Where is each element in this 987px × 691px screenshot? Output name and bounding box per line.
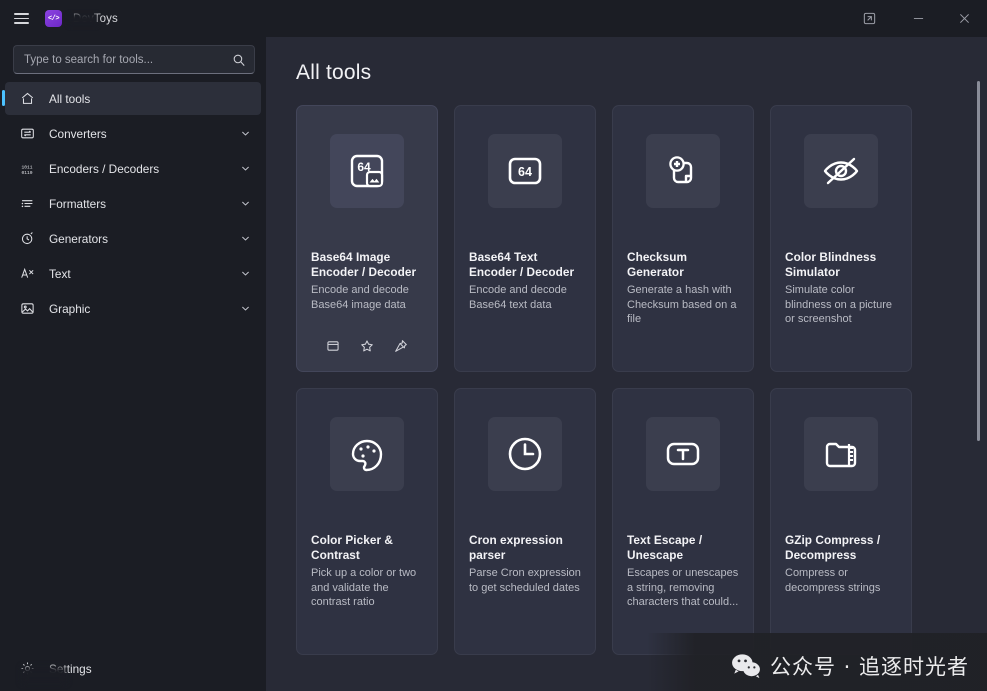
chevron-down-icon[interactable] [240, 268, 251, 279]
sidebar-item-label: Generators [49, 231, 109, 246]
tool-card-title: Color Blindness Simulator [785, 250, 877, 279]
star-icon[interactable] [356, 335, 378, 357]
tool-card-checksum-generator[interactable]: Checksum Generator Generate a hash with … [612, 105, 754, 372]
sidebar-footer: Settings [0, 652, 266, 691]
tool-card-base64-image-encoder-decoder[interactable]: 64 Base64 Image Encoder / Decoder Encode… [296, 105, 438, 372]
sidebar-item-all-tools[interactable]: All tools [2, 82, 261, 115]
tool-card-description: Compress or decompress strings [785, 567, 881, 594]
tool-card-gzip-compress-decompress[interactable]: GZip Compress / Decompress Compress or d… [770, 388, 912, 655]
chevron-down-icon[interactable] [240, 198, 251, 209]
title-bar: </> DevToys [0, 0, 987, 37]
pin-icon[interactable] [390, 335, 412, 357]
base64-image-icon: 64 [330, 134, 404, 208]
palette-icon [330, 417, 404, 491]
tool-card-title: Checksum Generator [627, 250, 688, 279]
tool-card-title: Cron expression parser [469, 533, 563, 562]
window-controls [843, 0, 987, 37]
tool-card-text: Base64 Text Encoder / Decoder Encode and… [469, 250, 581, 312]
sidebar: All tools Converters [0, 37, 266, 691]
tool-card-description: Encode and decode Base64 text data [469, 284, 567, 311]
tool-card-text-escape-unescape[interactable]: Text Escape / Unescape Escapes or unesca… [612, 388, 754, 655]
tool-card-title: GZip Compress / Decompress [785, 533, 881, 562]
image-icon [18, 300, 36, 318]
chevron-down-icon[interactable] [240, 163, 251, 174]
chevron-down-icon[interactable] [240, 233, 251, 244]
tools-scroll-area: 64 Base64 Image Encoder / Decoder Encode… [266, 105, 987, 691]
tool-card-title: Base64 Text Encoder / Decoder [469, 250, 575, 279]
tool-card-description: Encode and decode Base64 image data [311, 284, 409, 311]
tool-card-text: Base64 Image Encoder / Decoder Encode an… [311, 250, 423, 312]
chevron-down-icon[interactable] [240, 303, 251, 314]
title-redaction-overlay [69, 13, 97, 26]
svg-text:1011: 1011 [21, 164, 32, 170]
page-title: All tools [296, 61, 372, 84]
sidebar-item-label: Graphic [49, 301, 91, 316]
tool-card-description: Generate a hash with Checksum based on a… [627, 284, 737, 325]
svg-text:0110: 0110 [21, 170, 32, 176]
content-scrollbar[interactable] [973, 37, 985, 691]
tool-card-description: Parse Cron expression to get scheduled d… [469, 567, 581, 594]
window-body: All tools Converters [0, 37, 987, 691]
svg-text:64: 64 [518, 165, 532, 179]
tool-card-title: Base64 Image Encoder / Decoder [311, 250, 417, 279]
tool-card-cron-expression-parser[interactable]: Cron expression parser Parse Cron expres… [454, 388, 596, 655]
tool-card-description: Escapes or unescapes a string, removing … [627, 567, 739, 608]
tools-grid: 64 Base64 Image Encoder / Decoder Encode… [296, 105, 987, 655]
settings-redaction-overlay [22, 667, 66, 683]
sidebar-item-label: Converters [49, 126, 107, 141]
binary-icon: 1011 0110 [18, 160, 36, 178]
home-icon [18, 90, 36, 108]
tool-card-base64-text-encoder-decoder[interactable]: 64 Base64 Text Encoder / Decoder Encode … [454, 105, 596, 372]
sidebar-item-encoders-decoders[interactable]: 1011 0110 Encoders / Decoders [5, 152, 261, 185]
sidebar-item-generators[interactable]: Generators [5, 222, 261, 255]
tool-card-description: Simulate color blindness on a picture or… [785, 284, 893, 325]
converter-icon [18, 125, 36, 143]
new-window-icon[interactable] [322, 335, 344, 357]
tool-card-text: Text Escape / Unescape Escapes or unesca… [627, 533, 739, 610]
sidebar-item-formatters[interactable]: Formatters [5, 187, 261, 220]
text-icon [18, 265, 36, 283]
tool-card-title: Color Picker & Contrast [311, 533, 393, 562]
sidebar-item-graphic[interactable]: Graphic [5, 292, 261, 325]
scrollbar-thumb[interactable] [977, 81, 980, 441]
search-container [0, 41, 266, 82]
sidebar-item-converters[interactable]: Converters [5, 117, 261, 150]
sidebar-item-text[interactable]: Text [5, 257, 261, 290]
sidebar-item-label: All tools [49, 91, 91, 106]
tool-card-text: GZip Compress / Decompress Compress or d… [785, 533, 897, 595]
minimize-button[interactable] [895, 0, 941, 37]
app-logo-icon: </> [45, 10, 62, 27]
tool-card-text: Checksum Generator Generate a hash with … [627, 250, 739, 327]
tool-card-text: Cron expression parser Parse Cron expres… [469, 533, 581, 595]
sidebar-nav: All tools Converters 1011 0110 Encoders … [0, 82, 266, 327]
tool-card-color-picker-contrast[interactable]: Color Picker & Contrast Pick up a color … [296, 388, 438, 655]
window-title: DevToys [69, 13, 118, 26]
search-input[interactable] [24, 53, 232, 66]
base64-text-icon: 64 [488, 134, 562, 208]
zip-folder-icon [804, 417, 878, 491]
tool-card-text: Color Picker & Contrast Pick up a color … [311, 533, 423, 610]
compact-overlay-button[interactable] [843, 0, 895, 37]
tool-card-text: Color Blindness Simulator Simulate color… [785, 250, 897, 327]
clock-icon [488, 417, 562, 491]
tool-card-color-blindness-simulator[interactable]: Color Blindness Simulator Simulate color… [770, 105, 912, 372]
sidebar-item-label: Encoders / Decoders [49, 161, 160, 176]
chevron-down-icon[interactable] [240, 128, 251, 139]
tool-card-title: Text Escape / Unescape [627, 533, 703, 562]
text-box-icon [646, 417, 720, 491]
app-window: </> DevToys [0, 0, 987, 691]
close-button[interactable] [941, 0, 987, 37]
main-content: All tools 64 Base64 Image Encoder / Deco… [266, 37, 987, 691]
search-icon[interactable] [232, 53, 246, 67]
format-icon [18, 195, 36, 213]
tool-card-description: Pick up a color or two and validate the … [311, 567, 417, 608]
generate-icon [18, 230, 36, 248]
eye-off-icon [804, 134, 878, 208]
checksum-icon [646, 134, 720, 208]
sidebar-item-label: Formatters [49, 196, 107, 211]
search-box[interactable] [13, 45, 255, 74]
tool-card-actions [311, 335, 423, 357]
hamburger-menu-icon[interactable] [6, 4, 36, 34]
sidebar-item-label: Text [49, 266, 71, 281]
